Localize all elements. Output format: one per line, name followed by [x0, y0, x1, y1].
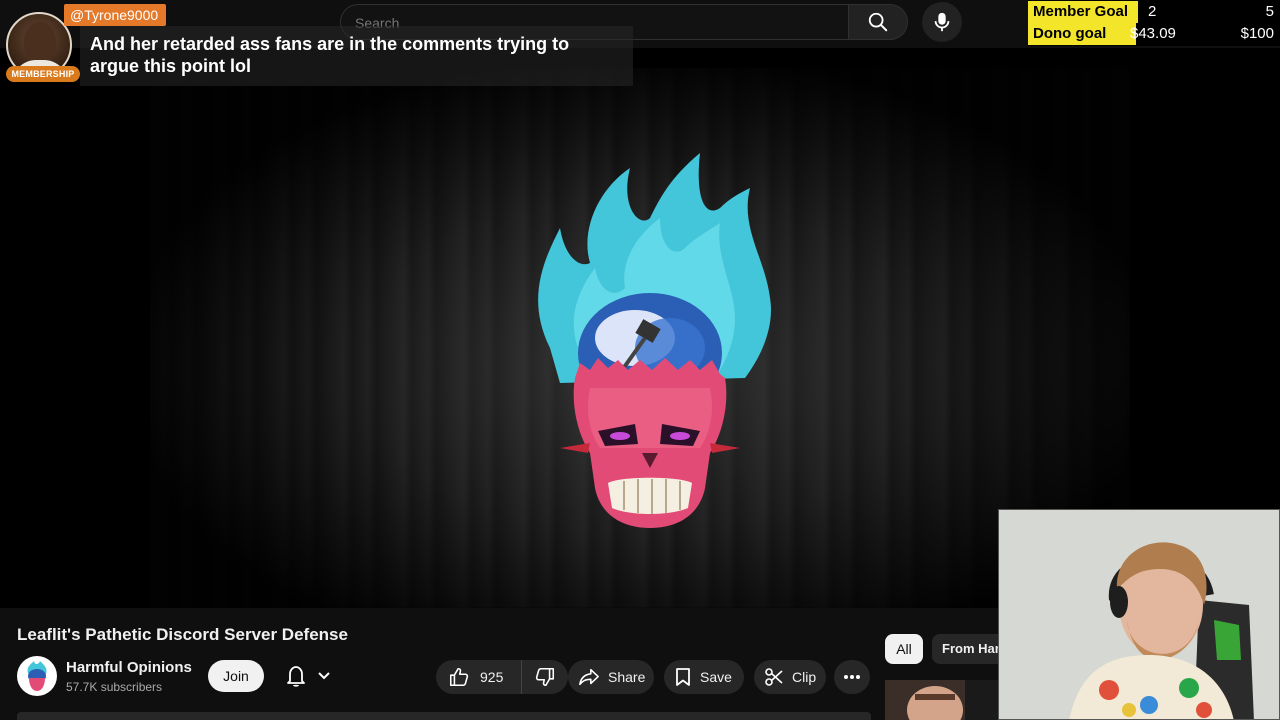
notification-button[interactable] — [274, 660, 342, 692]
chip-all[interactable]: All — [885, 634, 923, 664]
description-box-edge[interactable] — [17, 712, 871, 720]
like-button[interactable]: 925 — [436, 660, 522, 694]
chip-from-channel[interactable]: From Harmful Opinions — [932, 634, 1002, 664]
like-count: 925 — [480, 669, 504, 685]
member-goal-row: Member Goal 2 5 — [1028, 1, 1280, 23]
search-icon — [867, 11, 889, 33]
member-goal-label: Member Goal — [1028, 1, 1138, 23]
share-label: Share — [608, 669, 646, 685]
save-label: Save — [700, 669, 732, 685]
chat-username: @Tyrone9000 — [64, 4, 167, 26]
chat-highlight-overlay: @Tyrone9000 MEMBERSHIP And her retarded … — [0, 0, 634, 88]
thumbs-up-icon — [448, 666, 470, 688]
recommended-video-thumbnail[interactable] — [885, 680, 1000, 720]
video-title: Leaflit's Pathetic Discord Server Defens… — [17, 625, 348, 644]
channel-name[interactable]: Harmful Opinions — [66, 659, 192, 676]
search-button[interactable] — [848, 4, 908, 40]
member-goal-current: 2 — [1148, 3, 1157, 20]
dono-goal-target: $100 — [1240, 25, 1274, 42]
clip-button[interactable]: Clip — [754, 660, 826, 694]
member-goal-target: 5 — [1265, 3, 1274, 20]
share-icon — [578, 667, 600, 687]
screen: @Tyrone9000 MEMBERSHIP And her retarded … — [0, 0, 1280, 720]
goals-widget: Member Goal 2 5 Dono goal $43.09 $100 — [1028, 0, 1280, 46]
channel-avatar[interactable] — [17, 656, 57, 696]
dono-goal-label: Dono goal — [1033, 25, 1107, 42]
skull-logo-image — [520, 148, 780, 538]
subscriber-count: 57.7K subscribers — [66, 680, 163, 694]
bell-icon — [286, 665, 306, 687]
share-button[interactable]: Share — [568, 660, 654, 694]
voice-search-button[interactable] — [922, 2, 962, 42]
membership-badge: MEMBERSHIP — [6, 66, 80, 82]
like-dislike-group: 925 — [436, 660, 568, 694]
save-button[interactable]: Save — [664, 660, 744, 694]
dono-goal-row: Dono goal $43.09 $100 — [1028, 23, 1280, 45]
chevron-down-icon — [317, 671, 331, 681]
bookmark-icon — [674, 667, 692, 687]
webcam-feed — [998, 509, 1280, 720]
clip-label: Clip — [792, 669, 817, 685]
scissors-icon — [764, 667, 784, 687]
thumbs-down-icon — [534, 666, 556, 688]
dislike-button[interactable] — [522, 660, 568, 694]
more-actions-button[interactable] — [834, 660, 870, 694]
more-horizontal-icon — [843, 674, 861, 680]
microphone-icon — [932, 11, 952, 33]
dono-goal-current: $43.09 — [1130, 25, 1176, 42]
join-button[interactable]: Join — [208, 660, 264, 692]
chat-message-text: And her retarded ass fans are in the com… — [90, 34, 570, 76]
